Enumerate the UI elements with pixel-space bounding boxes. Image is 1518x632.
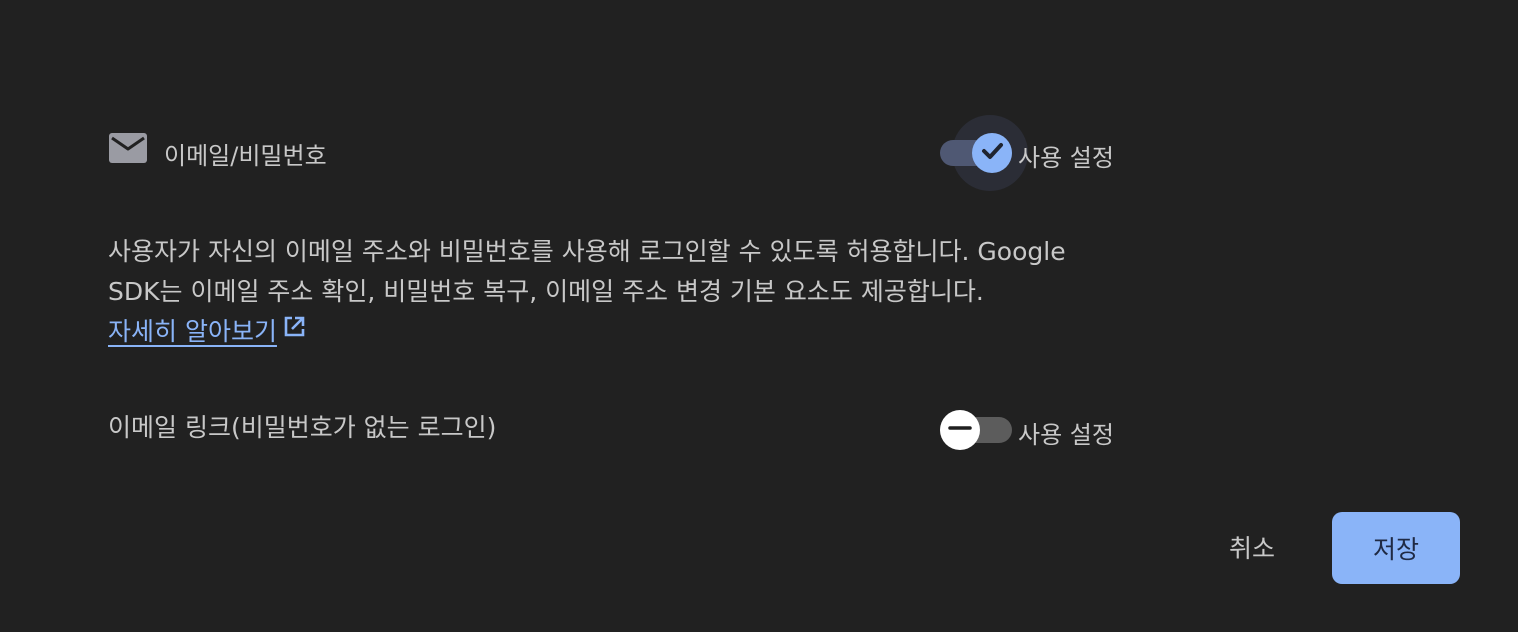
toggle-knob — [972, 133, 1012, 173]
description-line-2: SDK는 이메일 주소 확인, 비밀번호 복구, 이메일 주소 변경 기본 요소… — [108, 277, 984, 306]
check-icon — [978, 137, 1006, 169]
email-link-enable-toggle[interactable] — [940, 410, 1012, 450]
learn-more-label: 자세히 알아보기 — [108, 317, 277, 346]
email-password-toggle-label: 사용 설정 — [1018, 144, 1114, 172]
toggle-knob — [940, 410, 980, 450]
mail-icon — [108, 132, 148, 164]
save-button[interactable]: 저장 — [1332, 512, 1460, 584]
provider-name: 이메일/비밀번호 — [164, 142, 327, 170]
email-password-enable-toggle[interactable] — [940, 115, 1028, 191]
provider-description: 사용자가 자신의 이메일 주소와 비밀번호를 사용해 로그인할 수 있도록 허용… — [108, 232, 1138, 352]
open-in-new-icon — [277, 312, 307, 352]
minus-icon — [947, 415, 973, 445]
cancel-button[interactable]: 취소 — [1206, 512, 1298, 582]
learn-more-link[interactable]: 자세히 알아보기 — [108, 312, 307, 352]
description-line-1: 사용자가 자신의 이메일 주소와 비밀번호를 사용해 로그인할 수 있도록 허용… — [108, 237, 1066, 266]
email-link-label: 이메일 링크(비밀번호가 없는 로그인) — [108, 413, 497, 442]
email-password-provider-dialog: 이메일/비밀번호 사용 설정 사용자가 자신의 이메일 주소와 비밀번호를 사용… — [0, 0, 1518, 632]
email-link-toggle-label: 사용 설정 — [1018, 421, 1114, 449]
